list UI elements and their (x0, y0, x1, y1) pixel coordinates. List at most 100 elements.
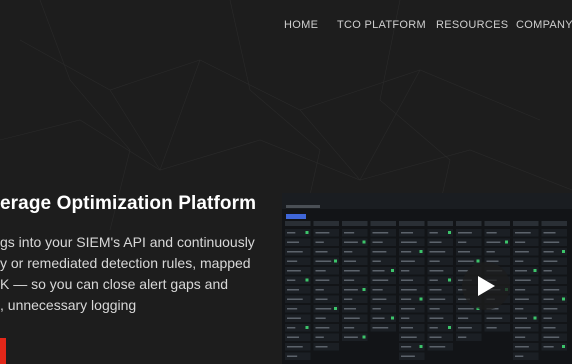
matrix-cell-text (287, 260, 298, 262)
matrix-column-header (456, 221, 482, 226)
matrix-cell-text (401, 270, 410, 272)
matrix-cell-text (429, 327, 438, 329)
matrix-cell-text (315, 279, 330, 281)
matrix-cell-text (458, 327, 472, 329)
matrix-column-header (541, 221, 567, 226)
matrix-cell-text (401, 317, 410, 319)
play-icon (478, 276, 495, 296)
matrix-cell-text (543, 336, 560, 338)
matrix-cell-text (486, 317, 503, 319)
matrix-status-dot (419, 250, 423, 253)
matrix-cell-text (287, 279, 296, 281)
nav-resources[interactable]: RESOURCES (436, 19, 508, 31)
matrix-cell-text (287, 241, 300, 243)
matrix-cell-text (344, 279, 355, 281)
matrix-status-dot (448, 278, 451, 282)
matrix-cell-text (287, 327, 296, 329)
hero-description: gs into your SIEM's API and continuously… (0, 232, 260, 316)
matrix-cell-text (315, 346, 328, 348)
matrix-cell-text (315, 241, 324, 243)
matrix-cell-text (515, 308, 524, 310)
matrix-cell-text (515, 289, 526, 291)
matrix-column-header (399, 221, 425, 226)
matrix-cell-text (344, 260, 357, 262)
matrix-cell-text (515, 232, 531, 234)
matrix-cell-text (486, 327, 497, 329)
matrix-cell-text (543, 308, 558, 310)
matrix-cell-text (315, 270, 326, 272)
matrix-cell-text (429, 251, 446, 253)
nav-home[interactable]: HOME (284, 19, 318, 31)
nav-company[interactable]: COMPANY (516, 19, 572, 31)
matrix-cell-text (515, 327, 531, 329)
matrix-cell-text (344, 241, 358, 243)
matrix-cell-text (372, 289, 383, 291)
matrix-status-dot (391, 269, 394, 272)
matrix-status-dot (419, 345, 423, 348)
matrix-cell-text (486, 241, 501, 243)
matrix-cell-text (429, 232, 438, 234)
matrix-cell-text (543, 260, 558, 262)
matrix-cell-text (543, 289, 560, 291)
hero-title: erage Optimization Platform (0, 193, 257, 214)
matrix-cell-text (543, 317, 552, 319)
matrix-cell-text (344, 317, 360, 319)
matrix-cell-text (429, 336, 442, 338)
matrix-cell-text (344, 298, 353, 300)
cta-button[interactable] (0, 338, 6, 364)
matrix-cell-text (287, 251, 303, 253)
matrix-cell-text (315, 327, 330, 329)
matrix-cell-text (429, 308, 440, 310)
matrix-cell-text (315, 298, 328, 300)
matrix-status-dot (505, 240, 508, 244)
hero-description-line: y or remediated detection rules, mapped (0, 255, 251, 271)
hero-description-line: gs into your SIEM's API and continuously (0, 234, 255, 250)
matrix-status-dot (448, 326, 451, 329)
matrix-status-dot (562, 250, 565, 253)
matrix-cell-text (372, 270, 385, 272)
matrix-status-dot (362, 288, 366, 291)
play-button[interactable] (462, 262, 510, 310)
matrix-column-header (370, 221, 396, 226)
matrix-cell-text (315, 289, 324, 291)
matrix-cell-text (429, 279, 438, 281)
matrix-cell-text (287, 289, 300, 291)
matrix-cell-text (515, 260, 524, 262)
matrix-status-dot (334, 259, 337, 263)
matrix-cell-text (401, 241, 417, 243)
matrix-cell-text (458, 336, 467, 338)
matrix-cell-text (515, 298, 529, 300)
matrix-cell-text (315, 260, 332, 262)
matrix-cell-text (543, 251, 554, 253)
matrix-status-dot (362, 240, 366, 244)
matrix-cell-text (515, 346, 529, 348)
matrix-cell-text (515, 355, 524, 357)
matrix-status-dot (305, 231, 309, 234)
matrix-cell-text (372, 279, 389, 281)
matrix-cell-text (401, 346, 412, 348)
nav-tco-platform[interactable]: TCO PLATFORM (337, 19, 426, 31)
matrix-cell-text (287, 355, 298, 357)
matrix-status-dot (334, 307, 337, 310)
matrix-cell-text (429, 260, 440, 262)
matrix-cell-text (429, 317, 444, 319)
matrix-cell-text (344, 251, 353, 253)
matrix-status-dot (419, 297, 423, 301)
matrix-cell-text (287, 346, 303, 348)
matrix-cell-text (515, 279, 531, 281)
matrix-cell-text (401, 327, 414, 329)
hero-description-line: , unnecessary logging (0, 297, 137, 313)
thumbnail-chip (286, 214, 306, 219)
matrix-cell-text (372, 317, 385, 319)
matrix-cell-text (315, 251, 328, 253)
matrix-cell-text (401, 251, 412, 253)
matrix-cell-text (287, 308, 298, 310)
matrix-cell-text (287, 270, 301, 272)
matrix-cell-text (344, 308, 357, 310)
matrix-cell-text (287, 336, 300, 338)
video-player[interactable] (282, 193, 572, 364)
matrix-cell-text (515, 336, 526, 338)
matrix-cell-text (401, 298, 412, 300)
matrix-cell-text (429, 346, 446, 348)
matrix-column-header (313, 221, 339, 226)
